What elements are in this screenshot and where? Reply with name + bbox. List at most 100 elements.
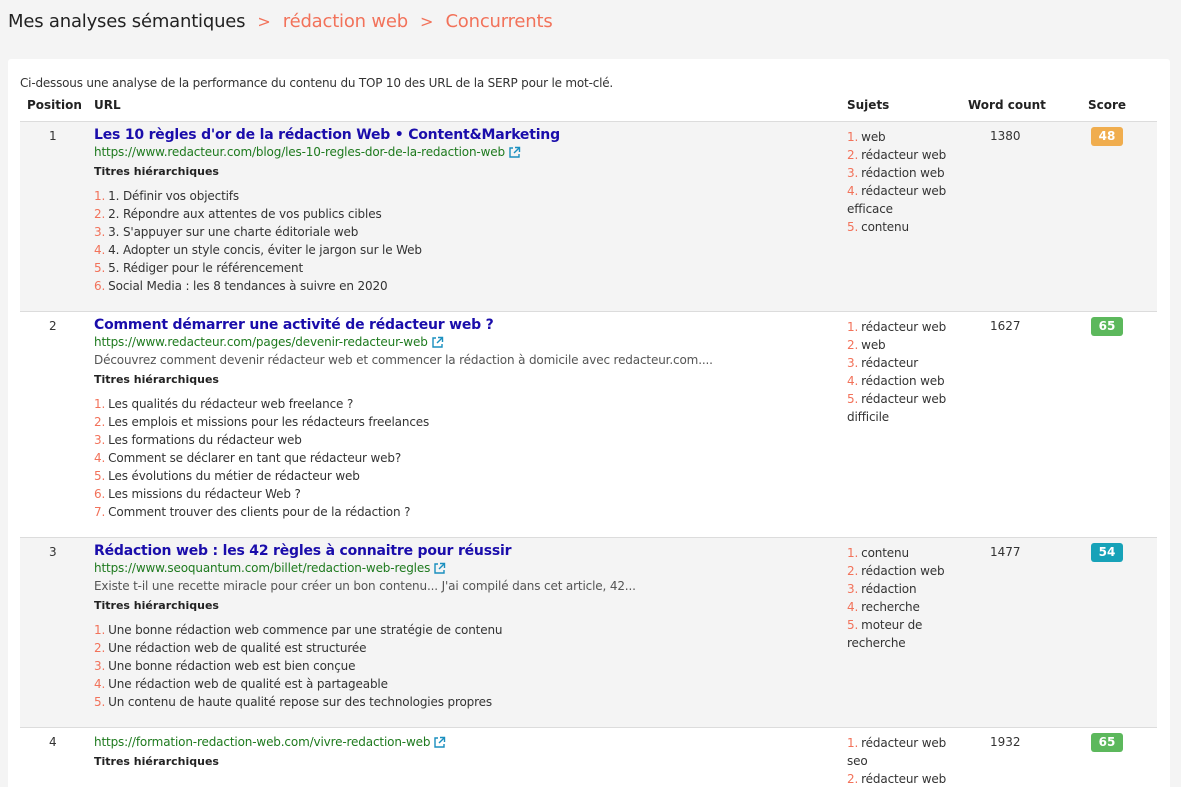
external-link-icon[interactable]: [433, 562, 446, 575]
sujet-number: 2.: [847, 564, 859, 578]
sujet-item: 4. recherche: [847, 598, 957, 616]
row-position: 4: [49, 735, 57, 749]
sujet-text: rédacteur web: [861, 772, 947, 786]
sujet-text: moteur de recherche: [847, 618, 923, 650]
sujet-text: web: [861, 130, 886, 144]
heading-number: 5.: [94, 695, 106, 709]
word-count: 1477: [990, 545, 1021, 559]
external-link-icon[interactable]: [433, 736, 446, 749]
breadcrumb: Mes analyses sémantiques > rédaction web…: [8, 9, 553, 33]
sujet-number: 4.: [847, 184, 859, 198]
heading-number: 7.: [94, 505, 106, 519]
result-url: https://www.seoquantum.com/billet/redact…: [94, 561, 446, 575]
heading-item: 3. 3. S'appuyer sur une charte éditoriale…: [94, 223, 422, 241]
headings-list: 1. 1. Définir vos objectifs 2. 2. Répondre …: [94, 187, 422, 295]
result-url: https://www.redacteur.com/blog/les-10-re…: [94, 145, 521, 159]
heading-item: 2. 2. Répondre aux attentes de vos public…: [94, 205, 422, 223]
heading-text: Les évolutions du métier de rédacteur we…: [108, 469, 360, 483]
heading-text: Une rédaction web de qualité est structu…: [108, 641, 367, 655]
sujet-item: 3. rédacteur: [847, 354, 957, 372]
heading-item: 6. Social Media : les 8 tendances à suivr…: [94, 277, 422, 295]
breadcrumb-root[interactable]: Mes analyses sémantiques: [8, 11, 246, 32]
score-badge: 48: [1091, 127, 1123, 146]
heading-item: 4. Comment se déclarer en tant que rédact…: [94, 449, 429, 467]
word-count: 1627: [990, 319, 1021, 333]
sujet-number: 3.: [847, 166, 859, 180]
heading-item: 4. 4. Adopter un style concis, éviter le …: [94, 241, 422, 259]
breadcrumb-keyword[interactable]: rédaction web: [283, 11, 408, 32]
result-description: Existe t-il une recette miracle pour cré…: [94, 579, 636, 593]
heading-number: 3.: [94, 225, 106, 239]
headings-list: 1. Une bonne rédaction web commence par u…: [94, 621, 503, 711]
heading-text: 5. Rédiger pour le référencement: [108, 261, 304, 275]
external-link-icon[interactable]: [508, 146, 521, 159]
result-url-link[interactable]: https://formation-redaction-web.com/vivr…: [94, 735, 430, 749]
sujet-text: rédacteur web efficace: [847, 184, 947, 216]
headings-list: 1. Les qualités du rédacteur web freelanc…: [94, 395, 429, 521]
sujet-number: 4.: [847, 600, 859, 614]
heading-text: Une bonne rédaction web est bien conçue: [108, 659, 356, 673]
sujets-list: 1. rédacteur web seo 2. rédacteur web: [847, 734, 957, 787]
breadcrumb-separator: >: [257, 11, 271, 31]
heading-text: Un contenu de haute qualité repose sur d…: [108, 695, 492, 709]
result-title-link[interactable]: Les 10 règles d'or de la rédaction Web •…: [94, 127, 560, 143]
result-url-link[interactable]: https://www.redacteur.com/pages/devenir-…: [94, 335, 428, 349]
sujet-text: rédacteur web difficile: [847, 392, 947, 424]
row-position: 1: [49, 129, 57, 143]
heading-item: 3. Une bonne rédaction web est bien conçu…: [94, 657, 502, 675]
heading-number: 2.: [94, 641, 106, 655]
result-title-link[interactable]: Comment démarrer une activité de rédacte…: [94, 317, 494, 333]
heading-item: 2. Les emplois et missions pour les rédac…: [94, 413, 429, 431]
sujet-number: 2.: [847, 772, 859, 786]
heading-text: Les missions du rédacteur Web ?: [108, 487, 301, 501]
column-header-sujets: Sujets: [847, 98, 890, 112]
word-count: 1932: [990, 735, 1021, 749]
score-badge: 54: [1091, 543, 1123, 562]
result-title-link[interactable]: Rédaction web : les 42 règles à connaitr…: [94, 543, 511, 559]
sujet-number: 2.: [847, 148, 859, 162]
row-position: 2: [49, 319, 57, 333]
sujet-number: 1.: [847, 130, 859, 144]
table-row: 1 Les 10 règles d'or de la rédaction Web …: [20, 121, 1157, 311]
titres-hierarchiques-label: Titres hiérarchiques: [94, 755, 219, 768]
sujet-number: 1.: [847, 736, 859, 750]
heading-text: 3. S'appuyer sur une charte éditoriale w…: [108, 225, 359, 239]
heading-item: 3. Les formations du rédacteur web: [94, 431, 429, 449]
heading-number: 1.: [94, 189, 106, 203]
heading-number: 4.: [94, 677, 106, 691]
heading-number: 2.: [94, 415, 106, 429]
sujet-number: 3.: [847, 356, 859, 370]
sujet-item: 1. web: [847, 128, 957, 146]
result-url: https://www.redacteur.com/pages/devenir-…: [94, 335, 444, 349]
heading-text: 4. Adopter un style concis, éviter le ja…: [108, 243, 422, 257]
sujet-item: 2. web: [847, 336, 957, 354]
sujet-number: 4.: [847, 374, 859, 388]
sujet-text: rédaction: [861, 582, 917, 596]
result-url-link[interactable]: https://www.redacteur.com/blog/les-10-re…: [94, 145, 505, 159]
result-url-link[interactable]: https://www.seoquantum.com/billet/redact…: [94, 561, 430, 575]
sujet-text: rédaction web: [861, 374, 945, 388]
sujet-item: 3. rédaction web: [847, 164, 957, 182]
heading-text: 1. Définir vos objectifs: [108, 189, 239, 203]
result-url: https://formation-redaction-web.com/vivr…: [94, 735, 446, 749]
heading-number: 3.: [94, 433, 106, 447]
heading-text: Les emplois et missions pour les rédacte…: [108, 415, 430, 429]
heading-number: 5.: [94, 261, 106, 275]
column-header-score: Score: [1088, 98, 1127, 112]
external-link-icon[interactable]: [431, 336, 444, 349]
heading-number: 6.: [94, 487, 106, 501]
sujet-text: rédacteur: [861, 356, 919, 370]
breadcrumb-separator: >: [420, 11, 434, 31]
sujet-number: 3.: [847, 582, 859, 596]
heading-number: 3.: [94, 659, 106, 673]
heading-item: 7. Comment trouver des clients pour de la…: [94, 503, 429, 521]
sujet-text: rédaction web: [861, 564, 945, 578]
sujet-text: rédacteur web: [861, 148, 947, 162]
sujets-list: 1. web 2. rédacteur web 3. rédaction web 4. réd…: [847, 128, 957, 236]
heading-item: 5. Un contenu de haute qualité repose sur…: [94, 693, 502, 711]
sujet-number: 5.: [847, 618, 859, 632]
heading-item: 5. 5. Rédiger pour le référencement: [94, 259, 422, 277]
heading-text: Les formations du rédacteur web: [108, 433, 302, 447]
heading-item: 5. Les évolutions du métier de rédacteur …: [94, 467, 429, 485]
sujet-text: contenu: [861, 220, 909, 234]
